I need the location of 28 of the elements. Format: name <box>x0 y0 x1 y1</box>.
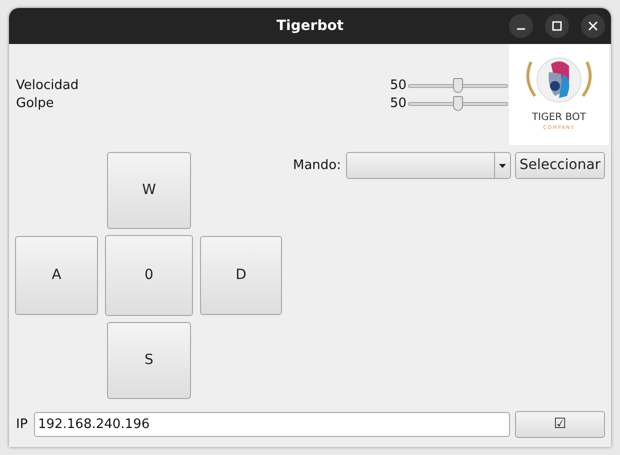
slider-value: 50 <box>390 77 408 96</box>
slider[interactable] <box>408 96 508 112</box>
slider[interactable] <box>408 78 508 94</box>
key-button[interactable]: S <box>107 322 191 399</box>
controller-dropdown[interactable] <box>346 152 511 179</box>
key-button[interactable]: D <box>200 236 282 315</box>
window-title: Tigerbot <box>276 16 344 36</box>
select-button[interactable]: Seleccionar <box>515 152 605 179</box>
slider-thumb[interactable] <box>453 96 463 111</box>
minimize-button[interactable] <box>509 14 533 38</box>
slider-label: Golpe <box>16 95 55 113</box>
maximize-icon <box>552 21 562 31</box>
slider-value: 50 <box>390 95 408 114</box>
close-button[interactable] <box>581 14 605 38</box>
ip-field[interactable]: 192.168.240.196 <box>34 412 510 437</box>
maximize-button[interactable] <box>545 14 569 38</box>
key-button[interactable]: 0 <box>105 235 193 316</box>
ip-label: IP <box>16 416 29 434</box>
controller-label: Mando: <box>292 157 341 175</box>
logo-title: TIGER BOT <box>532 112 586 124</box>
key-button[interactable]: A <box>15 236 98 315</box>
caret-icon <box>499 164 506 168</box>
minimize-icon <box>516 28 526 30</box>
confirm-button[interactable]: ☑ <box>515 411 605 438</box>
slider-thumb[interactable] <box>453 78 463 93</box>
close-icon <box>588 21 598 31</box>
key-button[interactable]: W <box>107 152 191 229</box>
slider-label: Velocidad <box>16 77 80 95</box>
